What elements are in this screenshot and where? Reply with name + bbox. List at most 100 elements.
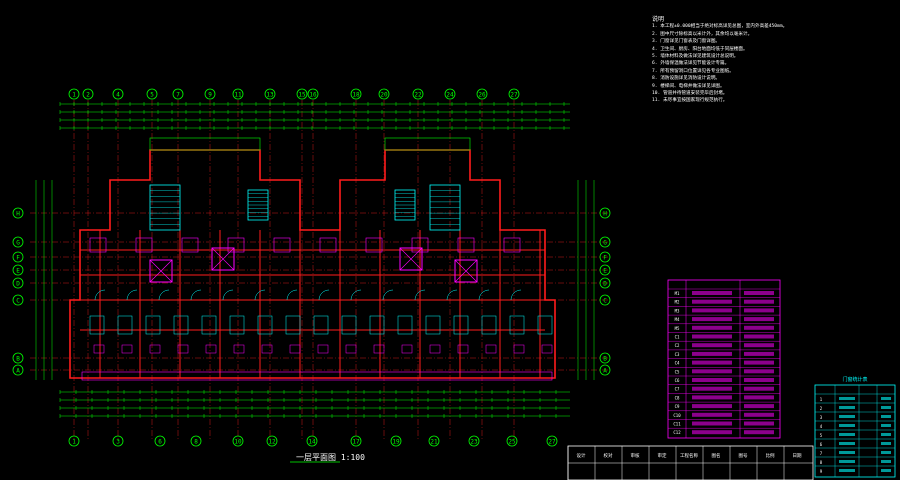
- table-cell-text: [692, 395, 732, 400]
- table-cell-text: [692, 421, 732, 426]
- table-cell-text: [744, 317, 774, 322]
- title-block-label: 设计: [577, 452, 586, 459]
- note-line: 1. 本工程±0.000相当于绝对标高详见总图，室内外高差450mm。: [652, 24, 788, 30]
- axis-label: C: [16, 298, 20, 305]
- door-swing: [478, 289, 490, 301]
- axis-label: 17: [352, 439, 360, 446]
- note-line: 7. 所有预留洞口位置详见各专业图纸。: [652, 68, 734, 74]
- fixture: [513, 344, 525, 354]
- table-cell-text: [881, 469, 891, 472]
- furniture: [509, 315, 525, 335]
- note-line: 11. 未尽事宜按国家现行规范执行。: [652, 98, 728, 104]
- fixture: [93, 344, 105, 354]
- note-line: 9. 楼梯间、电梯井做法详见详图。: [652, 83, 725, 89]
- title-block-label: 图名: [712, 452, 721, 459]
- table-cell-text: [839, 397, 855, 400]
- table-cell: 8: [820, 460, 823, 465]
- cad-drawing-canvas: 1 2 4 5 7 9 11 13 15 16 18 20 22 24 26 27 1 3 6 8 10 12 14 17 19…: [0, 0, 900, 480]
- axis-label: G: [16, 240, 20, 247]
- axis-label: 27: [548, 439, 556, 446]
- furniture: [397, 315, 413, 335]
- table-cell-text: [744, 430, 774, 435]
- furniture: [425, 315, 441, 335]
- furniture: [369, 315, 385, 335]
- table-cell-text: [692, 360, 732, 365]
- design-notes: 说明 1. 本工程±0.000相当于绝对标高详见总图，室内外高差450mm。 2.…: [652, 16, 892, 105]
- furniture: [341, 315, 357, 335]
- axis-label: H: [16, 211, 20, 218]
- note-line: 6. 外墙保温做法详见节能设计专篇。: [652, 61, 730, 67]
- axis-label: 19: [392, 439, 400, 446]
- axis-label: 7: [176, 92, 180, 99]
- furniture: [145, 315, 161, 335]
- table-cell: C6: [675, 378, 680, 383]
- fixture: [485, 344, 497, 354]
- table-cell: M4: [675, 317, 680, 322]
- axis-label: H: [603, 211, 607, 218]
- table-cell: 4: [820, 424, 823, 429]
- furniture: [453, 315, 469, 335]
- axis-label: A: [16, 368, 20, 375]
- table-cell-text: [744, 291, 774, 295]
- axis-label: 5: [150, 92, 154, 99]
- title-block-label: 日期: [793, 453, 802, 459]
- fixture: [205, 344, 217, 354]
- note-line: 4. 卫生间、厨房、阳台地面均低于同层楼面。: [652, 46, 748, 52]
- door-swing: [318, 289, 330, 301]
- axis-label: C: [603, 298, 607, 305]
- table-cell: 3: [820, 415, 823, 420]
- table-cell: C1: [675, 335, 680, 340]
- table-cell: 1: [820, 397, 823, 402]
- fixture: [261, 344, 273, 354]
- axis-label: 14: [308, 439, 316, 446]
- table-cell-text: [744, 299, 774, 304]
- table-cell-text: [881, 415, 891, 418]
- title-block-label: 审核: [631, 452, 640, 459]
- furniture: [285, 315, 301, 335]
- table-cell: C2: [675, 343, 680, 348]
- axis-label: 8: [194, 439, 198, 446]
- table-cell-text: [744, 412, 774, 417]
- axis-label: 23: [470, 439, 478, 446]
- axis-label: 11: [234, 92, 242, 99]
- table-cell-text: [839, 406, 855, 409]
- table-cell: C9: [675, 404, 680, 409]
- table-cell: M5: [675, 326, 680, 331]
- canopy: [149, 137, 261, 151]
- table-cell: M2: [675, 300, 680, 305]
- axis-label: 13: [266, 92, 274, 99]
- table-cell-text: [881, 397, 891, 400]
- note-line: 3. 门窗详见门窗表及门窗详图。: [652, 39, 721, 45]
- note-line: 8. 消防设施详见消防设计说明。: [652, 76, 721, 82]
- fixture: [429, 344, 441, 354]
- table-cell: C7: [675, 387, 680, 392]
- note-line: 5. 墙体材料及做法详见建筑设计总说明。: [652, 54, 739, 60]
- table-cell-text: [839, 460, 855, 463]
- axis-label: B: [603, 356, 607, 363]
- axis-label: 3: [116, 439, 120, 446]
- axis-label: 16: [309, 92, 317, 99]
- axis-label: 26: [478, 92, 486, 99]
- door-swing: [382, 289, 394, 301]
- table-cell: M1: [675, 291, 680, 296]
- table-cell-text: [692, 412, 732, 417]
- door-swing: [222, 289, 234, 301]
- fixture: [401, 344, 413, 354]
- table-cell-text: [881, 424, 891, 427]
- table-cell: 9: [820, 469, 823, 474]
- table-cell-text: [692, 404, 732, 409]
- table-cell: 7: [820, 451, 823, 456]
- furniture: [173, 315, 189, 335]
- table-cell-text: [692, 351, 732, 356]
- table-cell-text: [744, 421, 774, 426]
- door-swing: [446, 289, 458, 301]
- axis-label: 25: [508, 439, 516, 446]
- table-cell-text: [744, 378, 774, 382]
- axis-label: B: [16, 356, 20, 363]
- furniture: [229, 315, 245, 335]
- note-line: 10. 管道井待管道安装完毕后封堵。: [652, 91, 728, 97]
- table-cell-text: [744, 404, 774, 409]
- axis-label: A: [603, 368, 607, 375]
- table-cell-text: [692, 334, 732, 339]
- axis-label: 2: [86, 92, 90, 99]
